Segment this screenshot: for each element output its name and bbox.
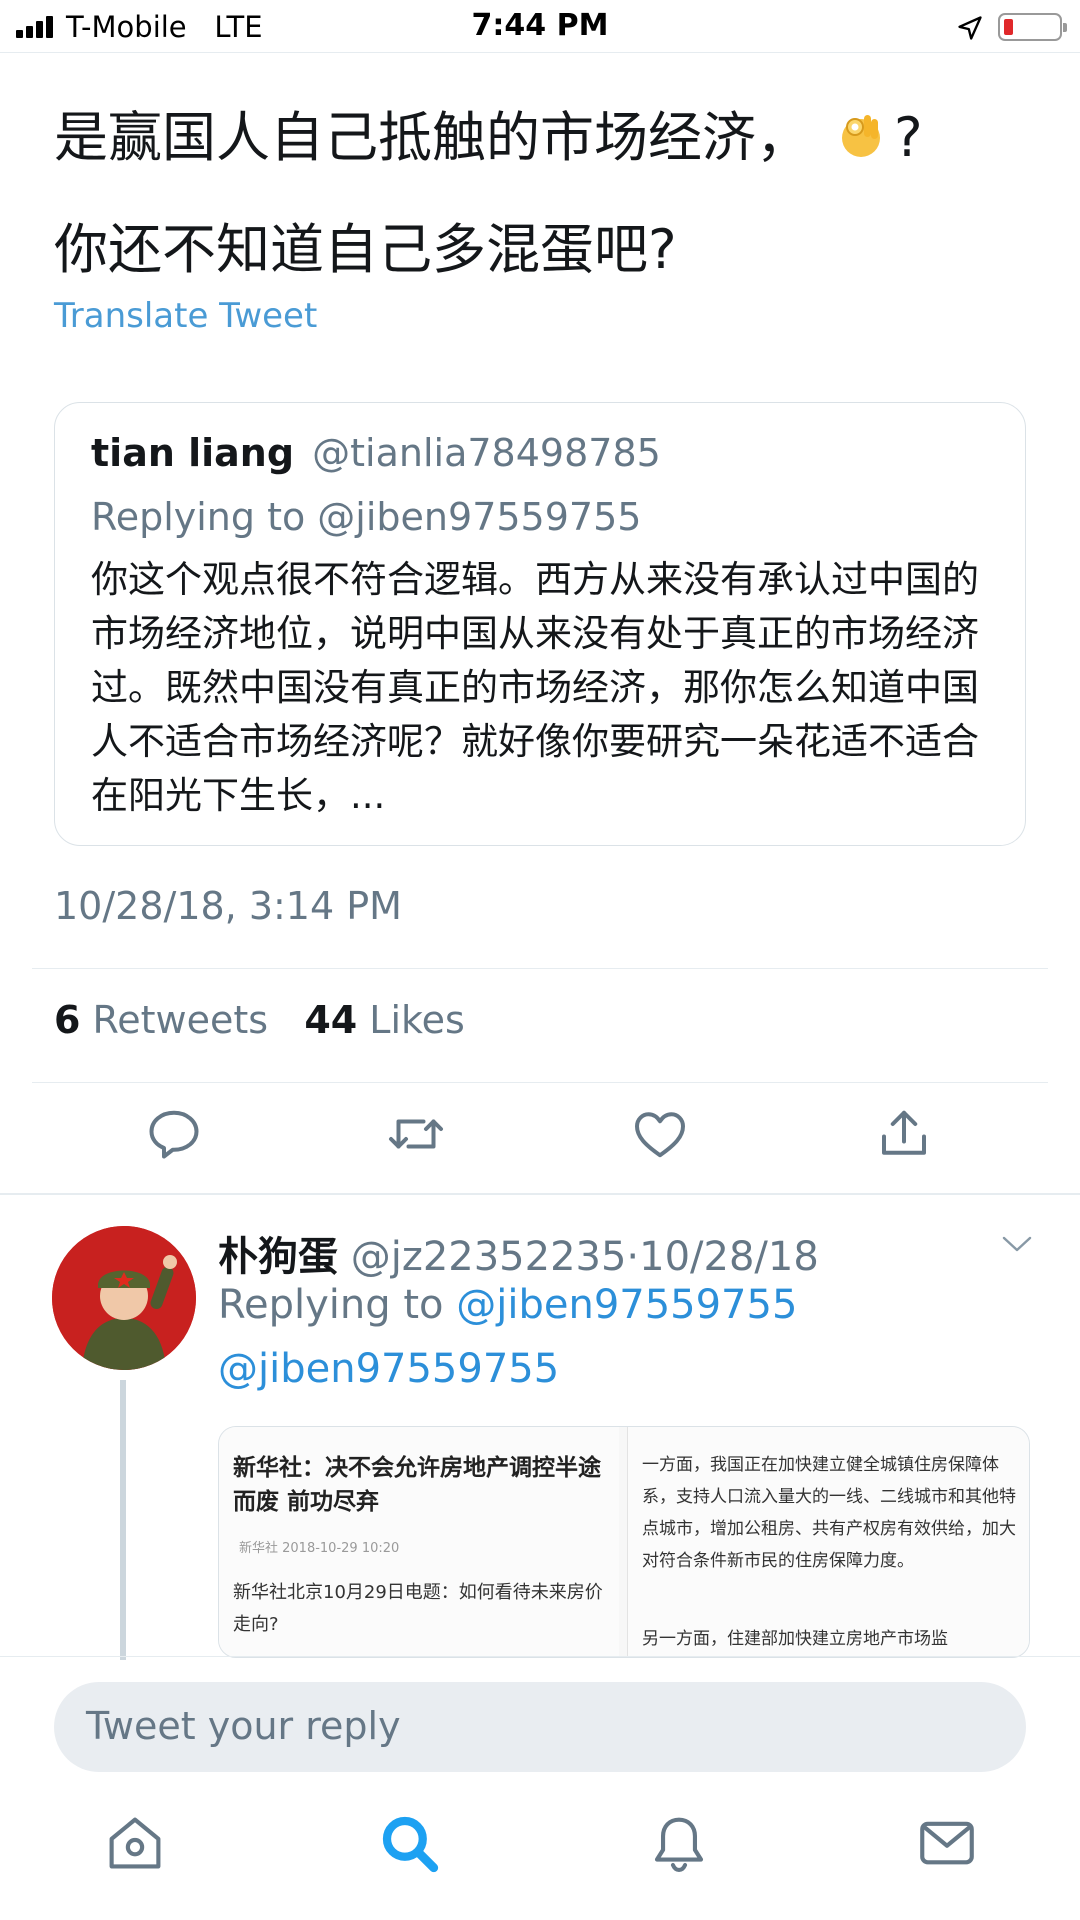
reply-media-image[interactable]: 新华社：决不会允许房地产调控半途而废 前功尽弃 新华社 2018-10-29 1… xyxy=(218,1426,1030,1658)
reply-mention-link[interactable]: @jiben97559755 xyxy=(218,1346,559,1392)
thread-line xyxy=(120,1380,126,1660)
chevron-down-icon[interactable] xyxy=(1000,1232,1034,1256)
quoted-author-handle: @tianlia78498785 xyxy=(312,431,661,475)
reply-author-name[interactable]: 朴狗蛋 xyxy=(218,1234,338,1280)
divider xyxy=(0,52,1080,53)
tweet-stats: 6 Retweets 44 Likes xyxy=(54,998,465,1042)
share-icon[interactable] xyxy=(874,1104,934,1164)
like-icon[interactable] xyxy=(630,1104,690,1164)
ok-hand-icon xyxy=(842,115,880,158)
divider xyxy=(32,968,1048,969)
retweets-link[interactable]: 6 Retweets xyxy=(54,998,268,1042)
reply-date: 10/28/18 xyxy=(639,1234,819,1280)
avatar-image xyxy=(52,1226,196,1370)
tweet-actions xyxy=(0,1104,1080,1174)
article-paragraph: 一方面，我国正在加快建立健全城镇住房保障体系，支持人口流入量大的一线、二线城市和… xyxy=(642,1455,1016,1571)
home-icon[interactable] xyxy=(102,1810,168,1876)
article-title: 新华社：决不会允许房地产调控半途而废 前功尽弃 xyxy=(233,1455,601,1515)
media-article-left: 新华社：决不会允许房地产调控半途而废 前功尽弃 新华社 2018-10-29 1… xyxy=(219,1427,619,1657)
search-icon[interactable] xyxy=(376,1810,442,1876)
media-article-right: 一方面，我国正在加快建立健全城镇住房保障体系，支持人口流入量大的一线、二线城市和… xyxy=(627,1427,1029,1657)
quoted-tweet-header: tian liang @tianlia78498785 xyxy=(91,431,661,475)
quoted-tweet-body: 你这个观点很不符合逻辑。西方从来没有承认过中国的市场经济地位，说明中国从来没有处… xyxy=(91,558,979,817)
battery-level xyxy=(1004,19,1013,35)
status-bar: T-Mobile LTE 7:44 PM xyxy=(0,0,1080,54)
likes-link[interactable]: 44 Likes xyxy=(304,998,465,1042)
divider xyxy=(32,1082,1048,1083)
tweet-reply-input[interactable]: Tweet your reply xyxy=(54,1682,1026,1772)
reply-replying-to: Replying to @jiben97559755 xyxy=(218,1282,798,1328)
battery-icon xyxy=(998,13,1067,41)
section-divider xyxy=(0,1193,1080,1195)
messages-icon[interactable] xyxy=(914,1810,980,1876)
reply-header: 朴狗蛋 @jz22352235·10/28/18 xyxy=(218,1234,819,1280)
article-date: 新华社 2018-10-29 10:20 xyxy=(239,1541,400,1556)
article-paragraph: 另一方面，住建部加快建立房地产市场监 xyxy=(642,1629,948,1649)
quoted-tweet-card[interactable]: tian liang @tianlia78498785 Replying to … xyxy=(54,402,1026,846)
reply-icon[interactable] xyxy=(144,1104,204,1164)
article-text: 新华社北京10月29日电题：如何看待未来房价走向? xyxy=(233,1582,603,1635)
avatar[interactable] xyxy=(52,1226,196,1370)
tweet-text: 是赢国人自己抵触的市场经济， ? 你还不知道自己多混蛋吧? xyxy=(54,82,1044,306)
location-icon xyxy=(958,16,982,40)
clock: 7:44 PM xyxy=(471,8,609,43)
notifications-icon[interactable] xyxy=(646,1810,712,1876)
retweet-icon[interactable] xyxy=(386,1104,446,1164)
divider xyxy=(0,1656,1080,1657)
reply-author-handle: @jz22352235 xyxy=(350,1234,627,1280)
quoted-author-name: tian liang xyxy=(91,431,295,475)
translate-tweet-link[interactable]: Translate Tweet xyxy=(54,296,317,336)
tweet-text-line2: 你还不知道自己多混蛋吧? xyxy=(54,218,677,281)
tweet-timestamp: 10/28/18, 3:14 PM xyxy=(54,884,402,928)
replying-to-link[interactable]: @jiben97559755 xyxy=(456,1282,797,1328)
reply-input-placeholder: Tweet your reply xyxy=(86,1704,401,1748)
tab-bar xyxy=(0,1810,1080,1920)
quoted-replying-to: Replying to @jiben97559755 xyxy=(91,495,642,539)
